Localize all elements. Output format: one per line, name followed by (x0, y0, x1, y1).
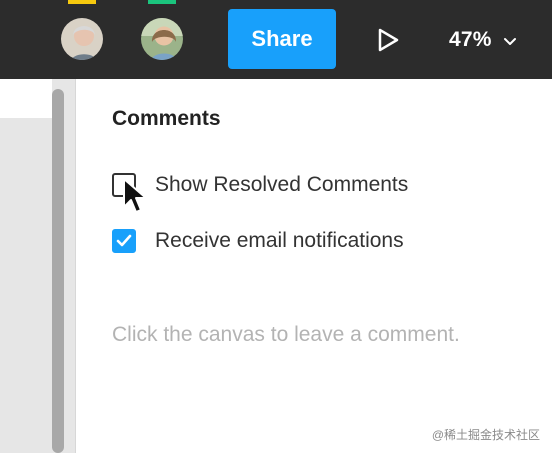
comment-hint: Click the canvas to leave a comment. (112, 323, 460, 346)
chevron-down-icon (502, 33, 518, 49)
presence-indicator (148, 0, 176, 4)
sidebar-header-area (0, 79, 52, 118)
email-notifications-checkbox[interactable] (112, 229, 136, 253)
show-resolved-checkbox[interactable] (112, 173, 136, 197)
zoom-level: 47% (449, 28, 492, 51)
show-resolved-option[interactable]: Show Resolved Comments (112, 173, 408, 197)
presence-indicator (68, 0, 96, 4)
watermark-text: @稀土掘金技术社区 (431, 428, 540, 442)
show-resolved-label: Show Resolved Comments (155, 173, 409, 196)
avatar (139, 16, 185, 62)
avatar (59, 16, 105, 62)
email-notifications-option[interactable]: Receive email notifications (112, 229, 404, 253)
collaborator-avatar-2[interactable] (137, 0, 187, 64)
email-notifications-label: Receive email notifications (155, 229, 404, 252)
canvas-sidebar (0, 79, 76, 453)
comments-panel: Comments Show Resolved Comments Receive … (76, 79, 552, 453)
scrollbar[interactable] (52, 89, 64, 453)
collaborator-avatar-1[interactable] (57, 0, 107, 64)
comments-title: Comments (112, 107, 221, 130)
play-icon[interactable] (370, 22, 406, 58)
toolbar: Share 47% (0, 0, 552, 79)
share-button[interactable]: Share (228, 9, 336, 69)
zoom-dropdown[interactable]: 47% (449, 20, 518, 60)
